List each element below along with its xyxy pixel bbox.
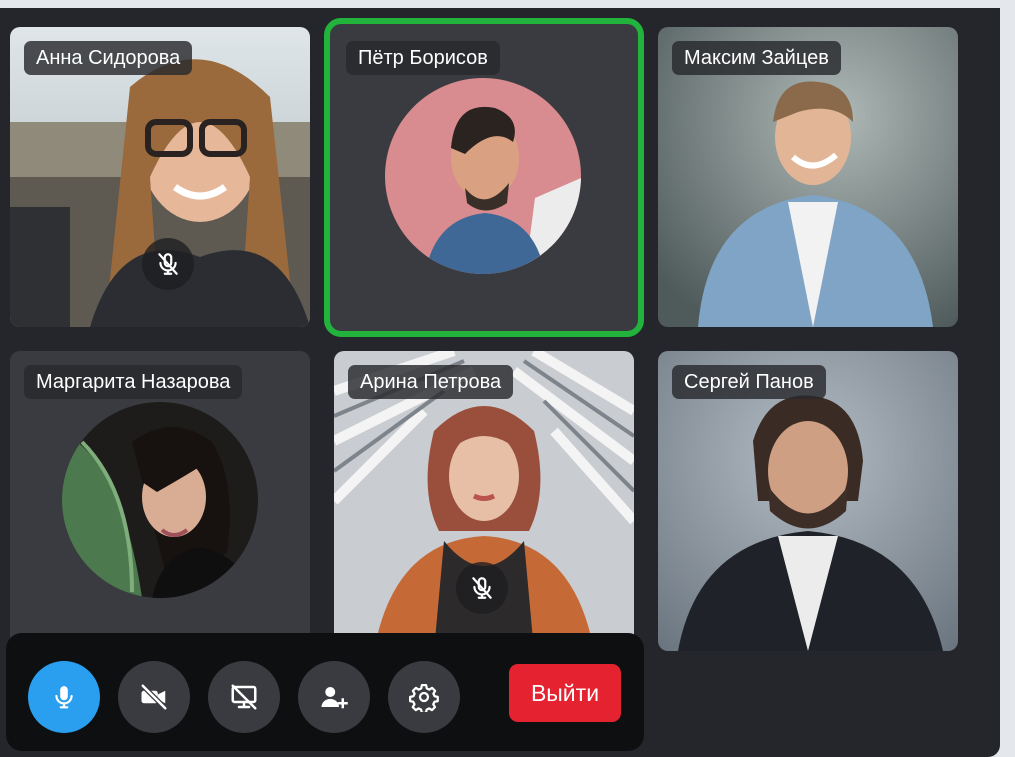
participant-tile[interactable]: Максим Зайцев xyxy=(658,27,958,327)
participant-name: Анна Сидорова xyxy=(24,41,193,75)
leave-call-button[interactable]: Выйти xyxy=(509,664,621,722)
gear-icon xyxy=(409,684,439,712)
muted-indicator xyxy=(456,562,508,614)
mic-toggle-button[interactable] xyxy=(28,661,100,733)
add-user-icon xyxy=(321,687,348,709)
settings-button[interactable] xyxy=(388,661,460,733)
participant-tile[interactable]: Анна Сидорова xyxy=(10,27,310,327)
participant-tile[interactable]: Маргарита Назарова xyxy=(10,351,310,651)
participant-tile[interactable]: Арина Петрова xyxy=(334,351,634,651)
avatar xyxy=(385,78,581,274)
participant-name: Пётр Борисов xyxy=(346,41,500,75)
participant-name: Сергей Панов xyxy=(672,365,826,399)
screen-share-off-icon xyxy=(231,684,257,710)
scrollbar[interactable] xyxy=(1000,0,1015,757)
participant-name: Максим Зайцев xyxy=(672,41,841,75)
participant-name: Арина Петрова xyxy=(348,365,514,399)
avatar xyxy=(62,402,258,598)
screen-share-button[interactable] xyxy=(208,661,280,733)
microphone-off-icon xyxy=(472,577,492,599)
add-participant-button[interactable] xyxy=(298,661,370,733)
participant-tile-speaking[interactable]: Пётр Борисов xyxy=(324,18,644,337)
microphone-icon xyxy=(55,686,73,709)
call-stage: Анна Сидорова Пётр Борисов Максим Зайцев… xyxy=(0,8,1000,757)
muted-indicator xyxy=(142,238,194,290)
participant-name: Маргарита Назарова xyxy=(24,365,243,399)
participant-tile[interactable]: Сергей Панов xyxy=(658,351,958,651)
call-controls-bar: Выйти xyxy=(6,633,644,751)
camera-off-icon xyxy=(140,683,168,711)
camera-toggle-button[interactable] xyxy=(118,661,190,733)
microphone-off-icon xyxy=(158,253,178,275)
